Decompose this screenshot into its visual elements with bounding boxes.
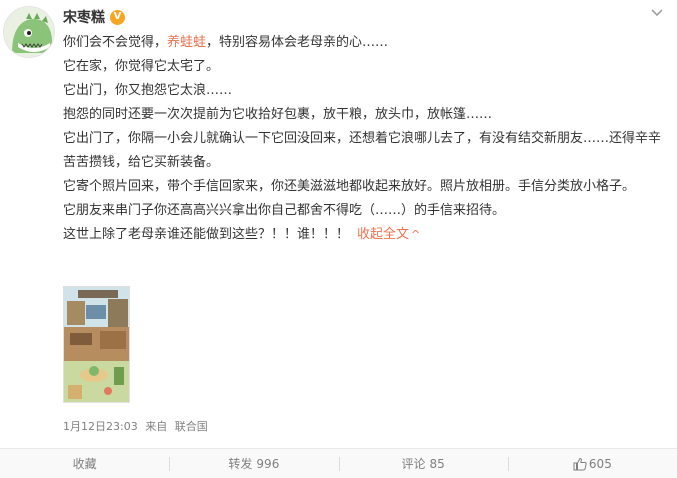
- post-text: 你们会不会觉得，养蛙蛙，特别容易体会老母亲的心…… 它在家，你觉得它太宅了。 它…: [63, 31, 673, 247]
- favorite-label: 收藏: [72, 457, 97, 471]
- post-line: 它出门，你又抱怨它太浪……: [63, 83, 233, 98]
- post-line: 你们会不会觉得，养蛙蛙，特别容易体会老母亲的心……: [63, 35, 389, 50]
- post-line: 抱怨的同时还要一次次提前为它收拾好包裹，放干粮，放头巾，放帐篷……: [63, 107, 493, 122]
- post-source[interactable]: 联合国: [175, 420, 208, 433]
- comment-button[interactable]: 评论 85: [338, 449, 508, 478]
- repost-button[interactable]: 转发 996: [169, 449, 338, 478]
- post-line: 它朋友来串门子你还高高兴兴拿出你自己都舍不得吃（……）的手信来招待。: [63, 203, 506, 218]
- author-row: 宋枣糕 V: [63, 7, 125, 27]
- post-time[interactable]: 1月12日23:03: [63, 420, 138, 433]
- weibo-post-card: 宋枣糕 V 你们会不会觉得，养蛙蛙，特别容易体会老母亲的心…… 它在家，你觉得它…: [0, 0, 677, 478]
- like-button[interactable]: 605: [507, 449, 677, 478]
- post-line: 它寄个照片回来，带个手信回家来，你还美滋滋地都收起来放好。照片放相册。手信分类放…: [63, 179, 636, 194]
- comment-count: 85: [429, 456, 445, 471]
- chevron-down-icon[interactable]: [649, 4, 665, 20]
- dinosaur-avatar-icon: [4, 7, 54, 57]
- verified-badge-icon: V: [110, 9, 125, 25]
- post-meta: 1月12日23:03 来自 联合国: [63, 418, 212, 434]
- comment-label: 评论: [401, 457, 426, 471]
- repost-count: 996: [256, 456, 280, 471]
- post-image[interactable]: [63, 286, 130, 403]
- collapse-arrow-icon: ^: [411, 228, 421, 241]
- action-bar: 收藏 转发 996 评论 85 605: [0, 448, 677, 478]
- post-line: 它出门了，你隔一小会儿就确认一下它回没回来，还想着它浪哪儿去了，有没有结交新朋友…: [63, 131, 662, 170]
- like-count: 605: [588, 456, 612, 471]
- favorite-button[interactable]: 收藏: [0, 449, 169, 478]
- thumbs-up-icon: [573, 457, 587, 470]
- collapse-text-link[interactable]: 收起全文 ^: [357, 227, 420, 242]
- source-prefix: 来自: [145, 420, 168, 433]
- username[interactable]: 宋枣糕: [63, 7, 105, 27]
- post-line: 这世上除了老母亲谁还能做到这些？！！谁！！！ 收起全文 ^: [63, 227, 421, 242]
- travel-frog-room-image: [64, 287, 129, 402]
- repost-label: 转发: [228, 457, 253, 471]
- topic-link[interactable]: 养蛙蛙: [167, 35, 206, 50]
- post-line: 它在家，你觉得它太宅了。: [63, 59, 220, 74]
- avatar[interactable]: [3, 6, 55, 58]
